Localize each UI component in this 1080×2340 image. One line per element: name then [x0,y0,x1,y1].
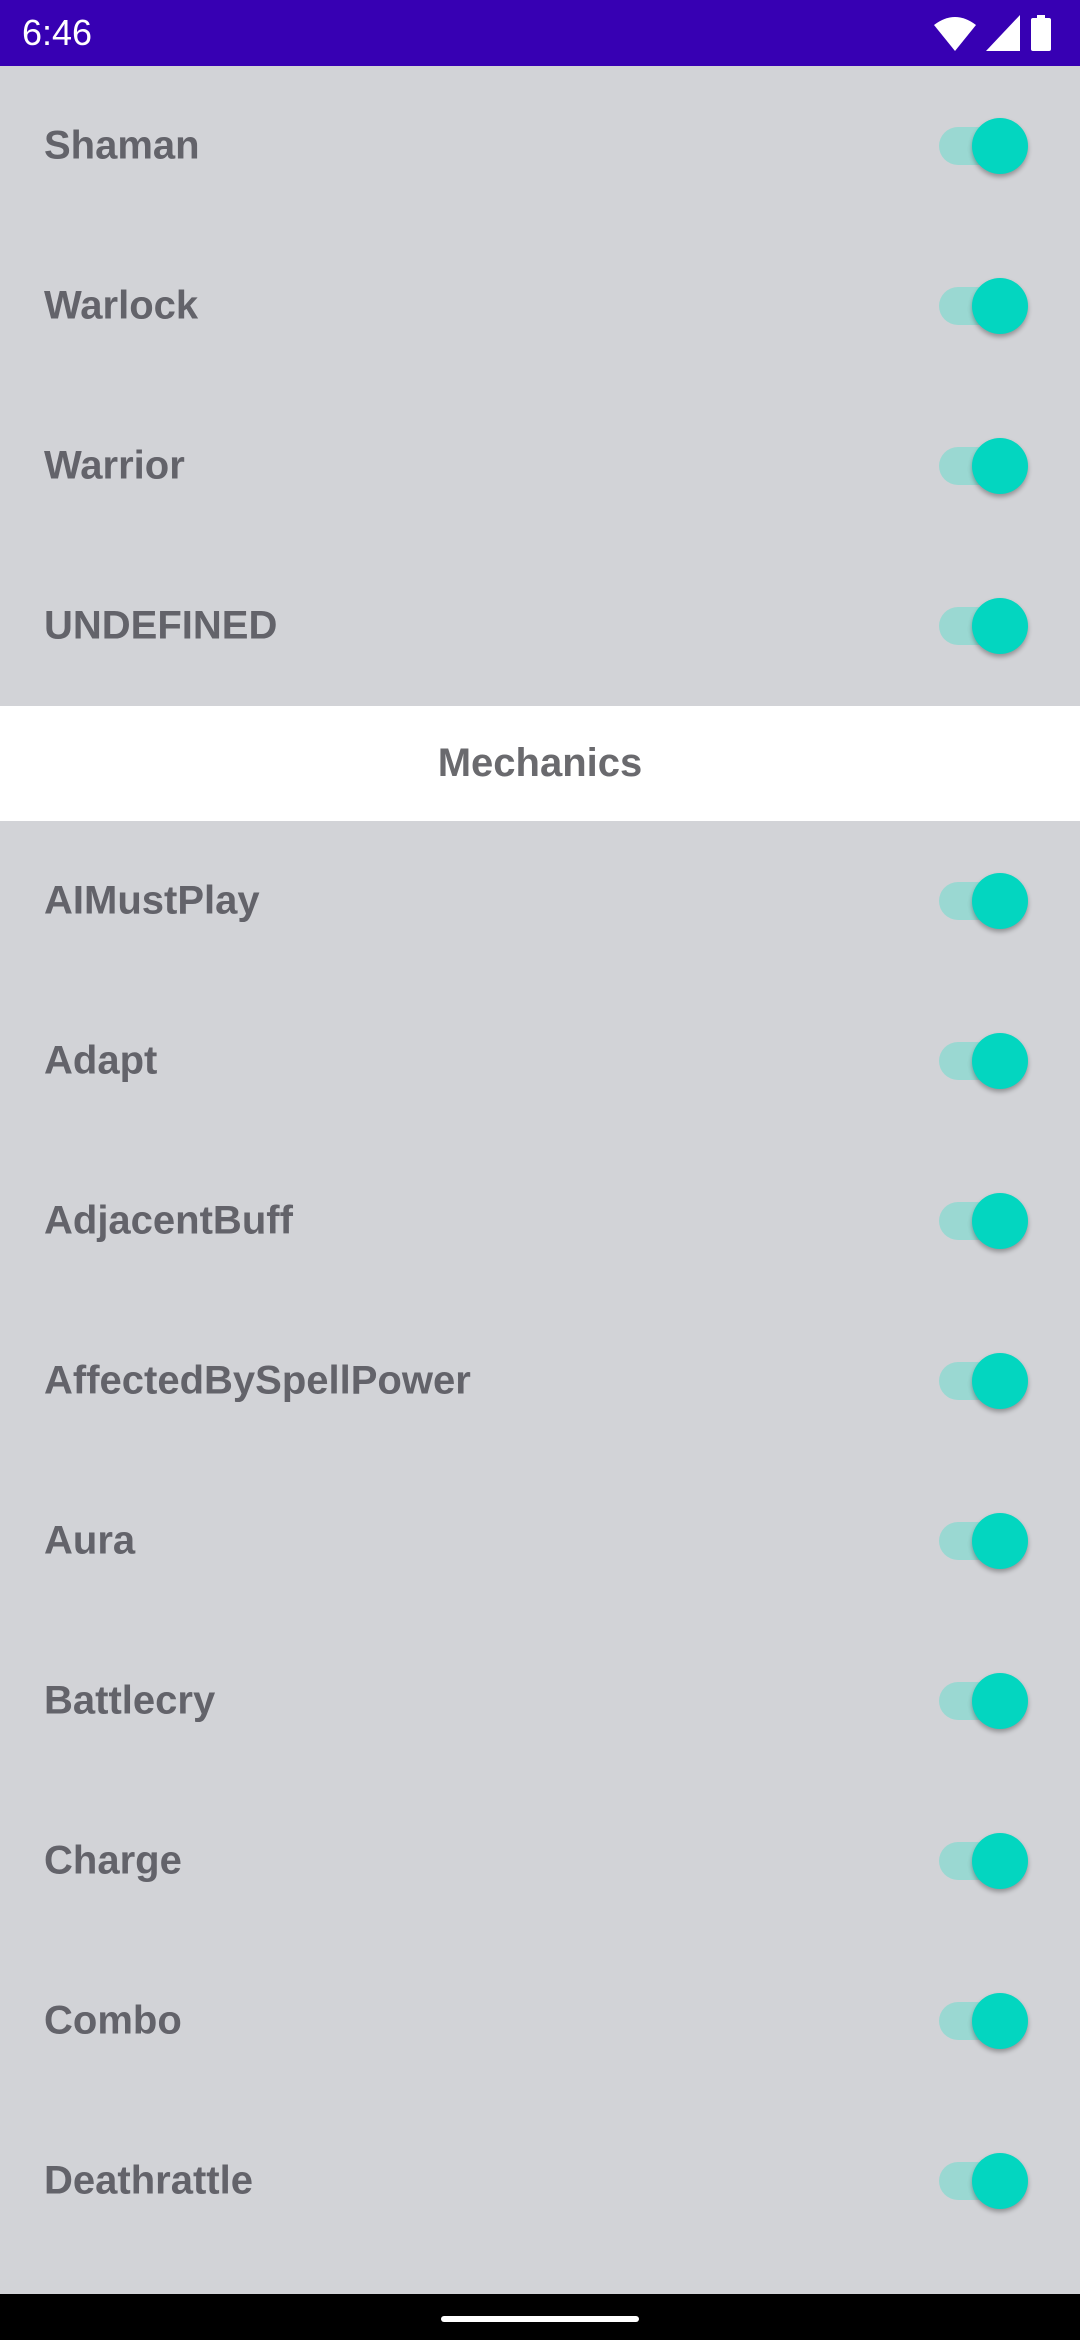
toggle-thumb [972,873,1028,929]
toggle-switch[interactable] [939,118,1029,174]
toggle-switch[interactable] [939,1513,1029,1569]
list-item: Deathrattle [0,2101,1080,2261]
toggle-switch[interactable] [939,2153,1029,2209]
toggle-thumb [972,1673,1028,1729]
item-label: Deathrattle [44,2158,253,2203]
toggle-switch[interactable] [939,438,1029,494]
toggle-switch[interactable] [939,1353,1029,1409]
toggle-switch[interactable] [939,1193,1029,1249]
list-item: Warlock [0,226,1080,386]
toggle-thumb [972,1833,1028,1889]
item-label: Combo [44,1998,182,2043]
item-label: UNDEFINED [44,603,278,648]
item-label: Warrior [44,443,185,488]
item-label: Adapt [44,1038,158,1083]
item-label: AdjacentBuff [44,1198,293,1243]
toggle-switch[interactable] [939,1673,1029,1729]
wifi-icon [934,17,976,51]
list-item: Combo [0,1941,1080,2101]
list-item: UNDEFINED [0,546,1080,706]
item-label: Aura [44,1518,136,1563]
list-item: Aura [0,1461,1080,1621]
toggle-thumb [972,598,1028,654]
toggle-thumb [972,1033,1028,1089]
home-gesture-handle[interactable] [441,2316,639,2322]
toggle-switch[interactable] [939,1833,1029,1889]
item-label: Warlock [44,283,199,328]
toggle-switch[interactable] [939,278,1029,334]
battery-icon [1031,15,1051,51]
signal-icon [986,15,1020,51]
item-label: Charge [44,1838,182,1883]
list-item: Warrior [0,386,1080,546]
toggle-switch[interactable] [939,1993,1029,2049]
list-item: AIMustPlay [0,821,1080,981]
item-label: AffectedBySpellPower [44,1358,471,1403]
toggle-thumb [972,278,1028,334]
toggle-switch[interactable] [939,598,1029,654]
toggle-thumb [972,2153,1028,2209]
list-item: AffectedBySpellPower [0,1301,1080,1461]
section-header-mechanics: Mechanics [0,706,1080,821]
list-item: Adapt [0,981,1080,1141]
toggle-thumb [972,438,1028,494]
item-label: Shaman [44,123,200,168]
toggle-thumb [972,1193,1028,1249]
item-label: Battlecry [44,1678,216,1723]
list-item: Charge [0,1781,1080,1941]
navigation-bar [0,2294,1080,2340]
toggle-thumb [972,1513,1028,1569]
item-label: AIMustPlay [44,878,260,923]
toggle-thumb [972,118,1028,174]
toggle-switch[interactable] [939,1033,1029,1089]
status-bar: 6:46 [0,0,1080,66]
filter-list: Shaman Warlock Warrior UNDEFINED Mechanics … [0,66,1080,2261]
toggle-switch[interactable] [939,873,1029,929]
toggle-thumb [972,1353,1028,1409]
list-item: AdjacentBuff [0,1141,1080,1301]
toggle-thumb [972,1993,1028,2049]
list-item: Battlecry [0,1621,1080,1781]
list-item: Shaman [0,66,1080,226]
status-time: 6:46 [22,12,93,53]
